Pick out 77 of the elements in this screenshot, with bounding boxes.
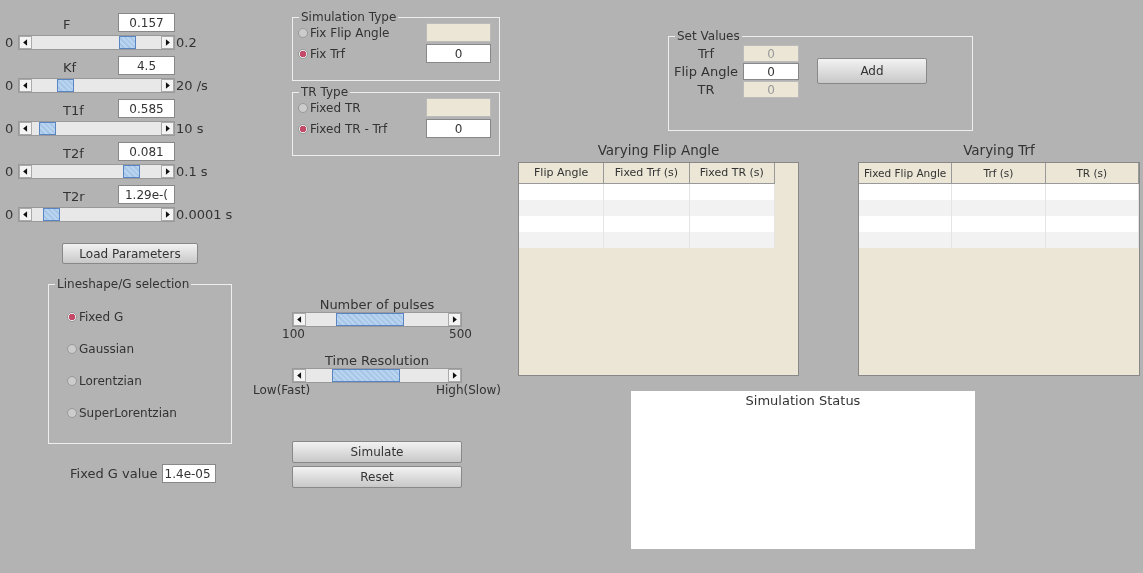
value-field[interactable]: 0 — [743, 62, 799, 80]
parameter-slider[interactable] — [18, 206, 175, 222]
radio-option[interactable]: Gaussian — [67, 340, 231, 358]
value-field[interactable]: 0 — [426, 44, 491, 63]
field-label: Trf — [697, 45, 716, 61]
time-resolution-slider[interactable] — [292, 368, 462, 383]
table-title: Varying Trf — [963, 142, 1035, 160]
column-header[interactable]: Fixed TR (s) — [689, 163, 775, 183]
slider-title: Number of pulses — [319, 297, 435, 312]
fixed-g-field[interactable]: 1.4e-05 — [161, 464, 216, 483]
slider-title: Time Resolution — [325, 353, 429, 368]
parameter-label: T2f — [63, 146, 85, 161]
slider-max-label: 0.1 s — [176, 163, 208, 179]
slider-min-label: 100 — [282, 327, 305, 341]
slider-max-label: 20 /s — [176, 77, 208, 93]
group-title: Simulation Type — [299, 9, 399, 25]
action-button[interactable]: Simulate — [292, 441, 462, 463]
right-arrow-button[interactable] — [448, 369, 461, 382]
right-arrow-button[interactable] — [448, 313, 461, 326]
left-arrow-button[interactable] — [19, 207, 32, 221]
value-field[interactable]: 0 — [426, 119, 491, 138]
parameter-label: T2r — [63, 189, 86, 204]
column-header[interactable]: Fixed Trf (s) — [604, 163, 690, 183]
right-arrow-button[interactable] — [161, 164, 174, 178]
slider-max-label: 0.2 — [176, 34, 197, 50]
group-title: Lineshape/G selection — [55, 276, 192, 292]
load-parameters-button[interactable]: Load Parameters — [62, 243, 198, 264]
slider-min-label: 0 — [5, 77, 15, 93]
slider-max-label: 0.0001 s — [176, 206, 233, 222]
slider-min-label: Low(Fast) — [253, 383, 311, 397]
right-arrow-button[interactable] — [161, 207, 174, 221]
slider-min-label: 0 — [5, 120, 15, 136]
left-arrow-button[interactable] — [19, 164, 32, 178]
radio-option[interactable]: Lorentzian — [67, 372, 231, 390]
pulses-slider[interactable] — [292, 312, 462, 327]
parameter-slider[interactable] — [18, 34, 175, 50]
radio-option[interactable]: Fix Trf — [298, 44, 345, 63]
slider-max-label: 500 — [449, 327, 472, 341]
field-label: Flip Angle — [672, 63, 740, 79]
status-title: Simulation Status — [745, 393, 861, 408]
radio-option[interactable]: Fixed TR - Trf — [298, 119, 388, 138]
right-arrow-button[interactable] — [161, 35, 174, 49]
field-label: TR — [696, 81, 716, 97]
action-button[interactable]: Reset — [292, 466, 462, 488]
column-header[interactable]: Fixed Flip Angle — [859, 163, 953, 183]
left-arrow-button[interactable] — [19, 35, 32, 49]
column-header[interactable]: Trf (s) — [952, 163, 1046, 183]
parameter-field[interactable]: 1.29e-( — [118, 185, 175, 204]
left-arrow-button[interactable] — [293, 369, 306, 382]
right-arrow-button[interactable] — [161, 78, 174, 92]
parameter-field[interactable]: 0.585 — [118, 99, 175, 118]
slider-max-label: High(Slow) — [435, 383, 501, 397]
parameter-field[interactable]: 0.157 — [118, 13, 175, 32]
parameter-field[interactable]: 4.5 — [118, 56, 175, 75]
table-title: Varying Flip Angle — [597, 142, 720, 160]
parameter-slider[interactable] — [18, 120, 175, 136]
parameter-label: Kf — [63, 60, 78, 75]
parameter-label: F — [63, 17, 72, 32]
parameter-label: T1f — [63, 103, 85, 118]
column-header[interactable]: Flip Angle — [519, 163, 605, 183]
left-arrow-button[interactable] — [293, 313, 306, 326]
right-arrow-button[interactable] — [161, 121, 174, 135]
slider-max-label: 10 s — [176, 120, 204, 136]
group-title: TR Type — [299, 84, 351, 100]
left-arrow-button[interactable] — [19, 121, 32, 135]
left-arrow-button[interactable] — [19, 78, 32, 92]
add-button[interactable]: Add — [817, 58, 927, 84]
radio-option[interactable]: Fixed G — [67, 308, 231, 326]
column-header[interactable]: TR (s) — [1045, 163, 1139, 183]
slider-min-label: 0 — [5, 34, 15, 50]
parameter-slider[interactable] — [18, 163, 175, 179]
fixed-g-label: Fixed G value — [70, 466, 158, 481]
parameter-field[interactable]: 0.081 — [118, 142, 175, 161]
slider-min-label: 0 — [5, 206, 15, 222]
radio-option[interactable]: SuperLorentzian — [67, 404, 231, 422]
parameter-slider[interactable] — [18, 77, 175, 93]
slider-min-label: 0 — [5, 163, 15, 179]
